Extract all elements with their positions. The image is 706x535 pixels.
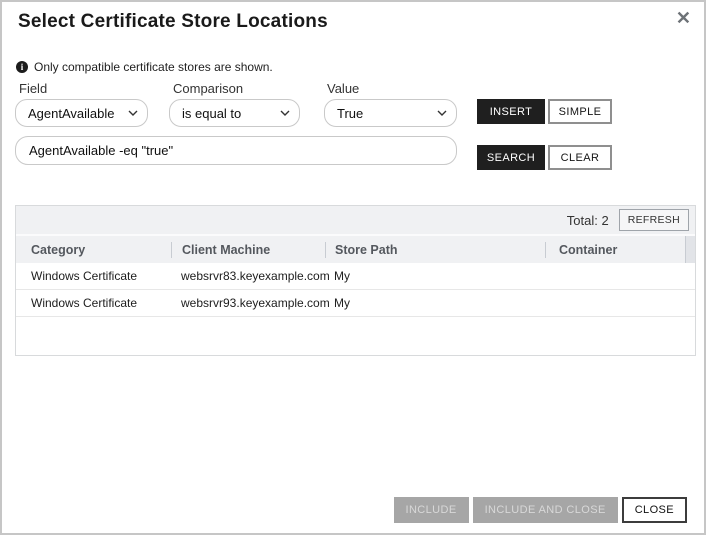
value-select[interactable]: True	[324, 99, 457, 127]
insert-button[interactable]: INSERT	[477, 99, 545, 124]
table-row[interactable]: Windows Certificate websrvr93.keyexample…	[16, 290, 695, 317]
cell-category: Windows Certificate	[16, 269, 171, 283]
clear-button[interactable]: CLEAR	[548, 145, 612, 170]
info-icon: i	[16, 61, 28, 73]
select-certificate-store-dialog: Select Certificate Store Locations ✕ i O…	[0, 0, 706, 535]
close-button[interactable]: CLOSE	[622, 497, 687, 523]
include-button[interactable]: INCLUDE	[394, 497, 469, 523]
close-icon[interactable]: ✕	[676, 9, 691, 27]
results-table: Total: 2 REFRESH Category Client Machine…	[15, 205, 696, 356]
cell-client-machine: websrvr93.keyexample.com	[171, 296, 325, 310]
column-header-category[interactable]: Category	[16, 242, 171, 258]
table-toolbar: Total: 2 REFRESH	[16, 206, 695, 236]
refresh-button[interactable]: REFRESH	[619, 209, 689, 231]
info-banner: i Only compatible certificate stores are…	[16, 60, 273, 74]
query-input[interactable]	[15, 136, 457, 165]
table-row[interactable]: Windows Certificate websrvr83.keyexample…	[16, 263, 695, 290]
field-label: Field	[19, 81, 47, 96]
table-header-row: Category Client Machine Store Path Conta…	[16, 236, 695, 263]
column-header-store-path[interactable]: Store Path	[325, 242, 545, 258]
comparison-label: Comparison	[173, 81, 243, 96]
dialog-title: Select Certificate Store Locations	[18, 11, 328, 33]
column-header-client-machine[interactable]: Client Machine	[171, 242, 325, 258]
simple-button[interactable]: SIMPLE	[548, 99, 612, 124]
comparison-select-wrap: is equal to	[169, 99, 300, 127]
cell-store-path: My	[325, 269, 545, 283]
search-button[interactable]: SEARCH	[477, 145, 545, 170]
cell-container	[545, 269, 685, 283]
include-and-close-button[interactable]: INCLUDE AND CLOSE	[473, 497, 618, 523]
comparison-select[interactable]: is equal to	[169, 99, 300, 127]
cell-container	[545, 296, 685, 310]
field-select-wrap: AgentAvailable	[15, 99, 148, 127]
cell-client-machine: websrvr83.keyexample.com	[171, 269, 325, 283]
field-select[interactable]: AgentAvailable	[15, 99, 148, 127]
cell-category: Windows Certificate	[16, 296, 171, 310]
total-count: Total: 2	[567, 213, 609, 228]
scrollbar-track[interactable]	[685, 236, 695, 263]
cell-store-path: My	[325, 296, 545, 310]
value-label: Value	[327, 81, 359, 96]
info-message: Only compatible certificate stores are s…	[34, 60, 273, 74]
dialog-footer: INCLUDE INCLUDE AND CLOSE CLOSE	[394, 497, 688, 523]
value-select-wrap: True	[324, 99, 457, 127]
column-header-container[interactable]: Container	[545, 242, 685, 258]
